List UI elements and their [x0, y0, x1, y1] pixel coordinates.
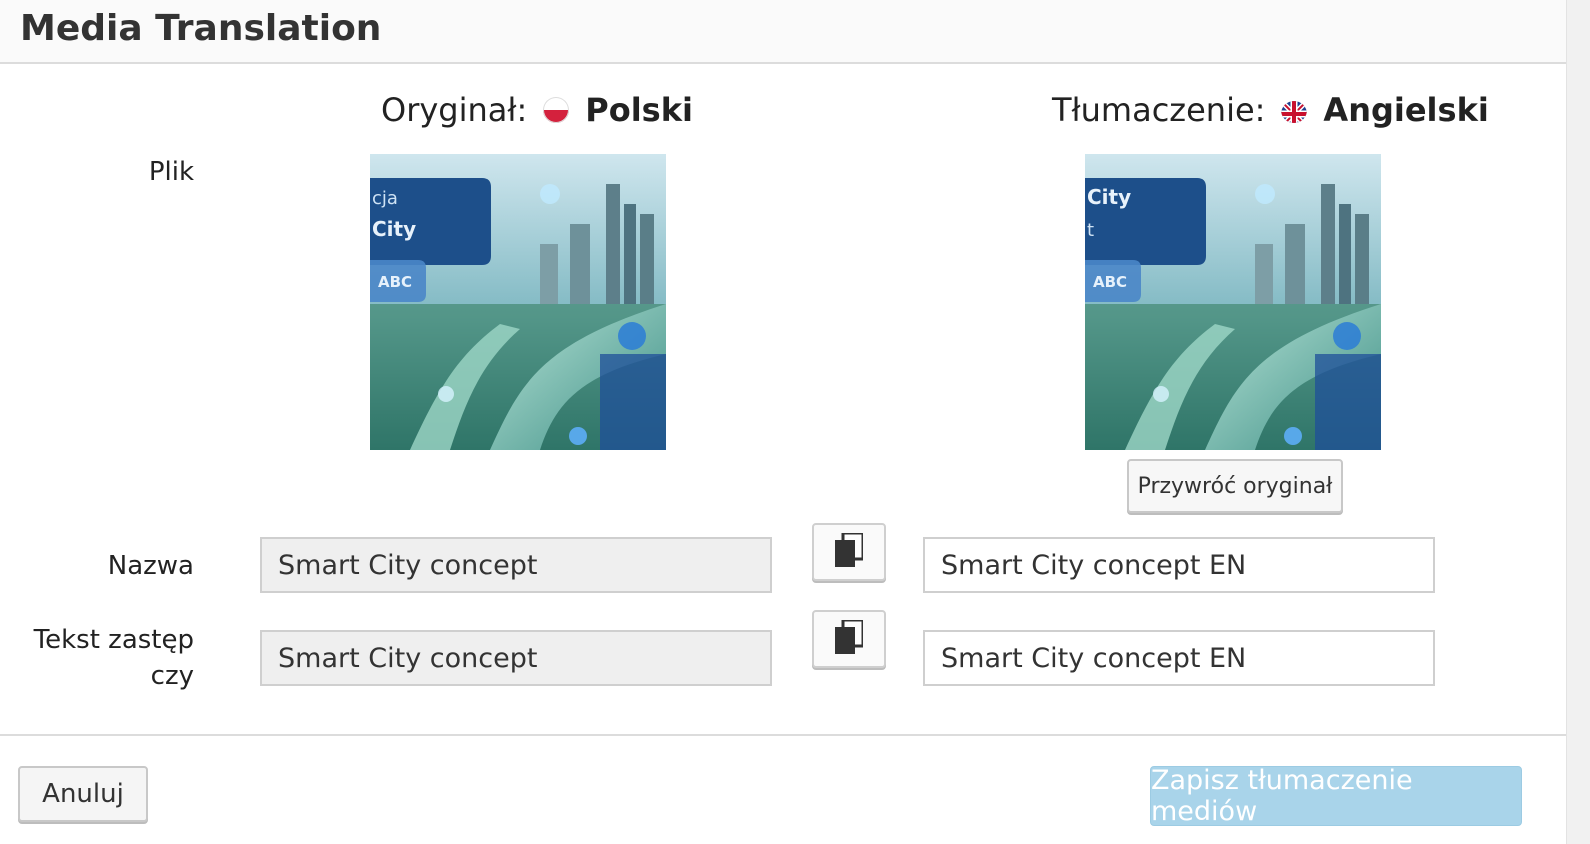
original-language: Polski — [585, 91, 693, 129]
footer-divider — [0, 734, 1566, 736]
file-label: Plik — [148, 157, 194, 187]
copy-icon — [835, 531, 865, 571]
translation-language: Angielski — [1323, 91, 1489, 129]
translated-media-image: City t ABC — [1085, 154, 1381, 450]
original-media-image: cja City ABC — [370, 154, 666, 450]
original-image-overlay-line2: City — [372, 217, 416, 241]
alt-text-label-line2: czy — [150, 661, 194, 691]
translation-caption: Tłumaczenie: — [1052, 91, 1266, 129]
alt-text-label: Tekst zastęp czy — [4, 622, 194, 694]
original-image-overlay-line1: cja — [372, 188, 398, 209]
copy-name-button[interactable] — [812, 523, 886, 581]
original-image-badge: ABC — [378, 273, 412, 291]
cancel-button[interactable]: Anuluj — [18, 766, 148, 822]
alt-text-original-field — [260, 630, 772, 686]
translated-image-overlay-line2: t — [1087, 220, 1094, 241]
name-translation-field[interactable] — [923, 537, 1435, 593]
original-caption: Oryginał: — [381, 91, 528, 129]
restore-original-button[interactable]: Przywróć oryginał — [1127, 459, 1343, 513]
name-label: Nazwa — [107, 551, 194, 581]
uk-flag-icon — [1281, 97, 1308, 123]
copy-alt-text-button[interactable] — [812, 610, 886, 668]
name-original-field — [260, 537, 772, 593]
poland-flag-icon — [543, 97, 570, 123]
translation-language-heading: Tłumaczenie: Angielski — [1052, 88, 1489, 132]
scrollbar[interactable] — [1566, 0, 1590, 844]
alt-text-translation-field[interactable] — [923, 630, 1435, 686]
save-media-translation-button[interactable]: Zapisz tłumaczenie mediów — [1150, 765, 1522, 827]
translated-image-badge: ABC — [1093, 273, 1127, 291]
translated-image-overlay-line1: City — [1087, 185, 1131, 209]
dialog-header: Media Translation — [0, 0, 1566, 64]
dialog-title: Media Translation — [20, 8, 382, 49]
copy-icon — [835, 618, 865, 658]
alt-text-label-line1: Tekst zastęp — [33, 625, 194, 655]
original-language-heading: Oryginał: Polski — [381, 88, 693, 132]
